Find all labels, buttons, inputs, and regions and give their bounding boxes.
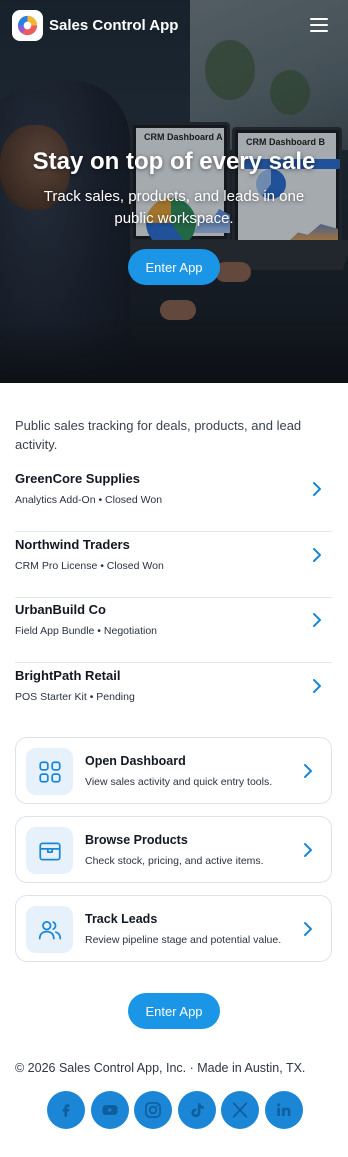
top-nav-bar: Sales Control App	[0, 0, 348, 52]
chevron-right-icon	[302, 763, 314, 779]
users-icon	[26, 906, 73, 953]
hero-subtitle: Track sales, products, and leads in one …	[43, 188, 305, 227]
deal-list-item[interactable]: GreenCore Supplies Analytics Add-On • Clo…	[15, 467, 332, 532]
deal-meta: Field App Bundle • Negotiation	[15, 625, 158, 637]
facebook-icon	[57, 1101, 75, 1119]
footer-copyright: © 2026 Sales Control App, Inc. · Made in…	[15, 1061, 306, 1075]
intro-text: Public sales tracking for deals, product…	[15, 418, 302, 452]
deal-list-item[interactable]: BrightPath Retail POS Starter Kit • Pendi…	[15, 664, 332, 729]
card-subtitle: Check stock, pricing, and active items.	[85, 855, 264, 867]
dashboard-grid-icon	[26, 748, 73, 795]
youtube-link[interactable]	[90, 1091, 129, 1129]
app-logo-icon	[17, 15, 38, 36]
deal-meta: Analytics Add-On • Closed Won	[15, 494, 163, 506]
card-title: Open Dashboard	[85, 754, 186, 768]
deal-meta: POS Starter Kit • Pending	[15, 691, 135, 703]
bottom-enter-app-button[interactable]: Enter App	[128, 993, 220, 1029]
deal-list-item[interactable]: UrbanBuild Co Field App Bundle • Negotiat…	[15, 598, 332, 663]
card-subtitle: View sales activity and quick entry tool…	[85, 776, 273, 788]
quick-link-card[interactable]: Browse Products Check stock, pricing, and…	[15, 816, 332, 883]
tiktok-link[interactable]	[177, 1091, 216, 1129]
box-icon	[26, 827, 73, 874]
facebook-link[interactable]	[47, 1091, 85, 1129]
chevron-right-icon	[311, 612, 323, 628]
chevron-right-icon	[302, 842, 314, 858]
chevron-right-icon	[302, 921, 314, 937]
social-links	[47, 1091, 303, 1129]
card-title: Track Leads	[85, 912, 158, 926]
app-logo[interactable]	[12, 10, 43, 41]
quick-link-card[interactable]: Track Leads Review pipeline stage and pot…	[15, 895, 332, 962]
deal-name: BrightPath Retail	[15, 668, 121, 683]
x-link[interactable]	[221, 1091, 260, 1129]
hero-enter-app-button[interactable]: Enter App	[128, 249, 220, 285]
app-title: Sales Control App	[49, 17, 179, 34]
instagram-icon	[143, 1100, 163, 1120]
hero-section: CRM Dashboard A CRM Dashboard B Sales Co…	[0, 0, 348, 383]
chevron-right-icon	[311, 481, 323, 497]
deal-name: GreenCore Supplies	[15, 471, 140, 486]
hamburger-menu-icon[interactable]	[308, 15, 330, 35]
x-icon	[230, 1100, 250, 1120]
deal-list-item[interactable]: Northwind Traders CRM Pro License • Close…	[15, 533, 332, 598]
linkedin-link[interactable]	[265, 1091, 303, 1129]
quick-link-card[interactable]: Open Dashboard View sales activity and qu…	[15, 737, 332, 804]
deal-meta: CRM Pro License • Closed Won	[15, 560, 164, 572]
chevron-right-icon	[311, 547, 323, 563]
deal-name: UrbanBuild Co	[15, 602, 106, 617]
hero-title: Stay on top of every sale	[32, 148, 316, 175]
chevron-right-icon	[311, 678, 323, 694]
youtube-icon	[99, 1101, 121, 1119]
instagram-link[interactable]	[134, 1091, 173, 1129]
deal-name: Northwind Traders	[15, 537, 130, 552]
linkedin-icon	[274, 1101, 294, 1119]
card-title: Browse Products	[85, 833, 188, 847]
tiktok-icon	[188, 1100, 206, 1120]
card-subtitle: Review pipeline stage and potential valu…	[85, 934, 282, 946]
